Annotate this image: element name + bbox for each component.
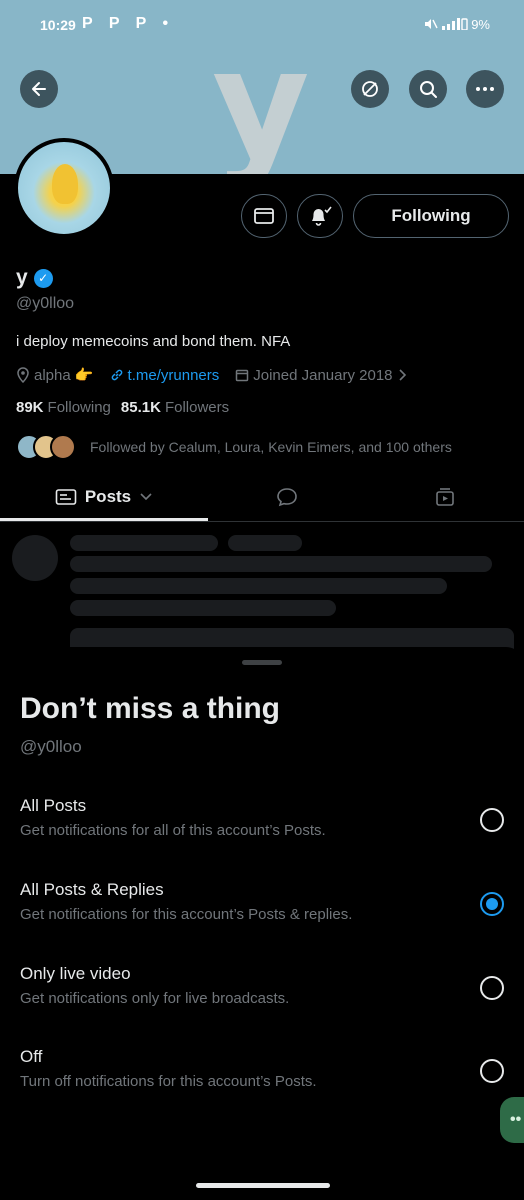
skeleton-line [228, 535, 302, 551]
search-icon [420, 81, 437, 98]
location-text: alpha 👉 [34, 367, 94, 384]
joined-item[interactable]: Joined January 2018 [235, 367, 406, 384]
following-count-link[interactable]: 89K Following [16, 399, 111, 416]
posts-icon [55, 489, 77, 505]
website-link[interactable]: t.me/yrunners [110, 366, 220, 384]
skeleton-line [70, 535, 218, 551]
eye-off-icon [362, 81, 378, 97]
back-button[interactable] [20, 70, 58, 108]
skeleton-line [70, 578, 447, 594]
more-icon [476, 87, 494, 91]
more-dots-icon: •• [510, 1111, 522, 1128]
profile-meta: alpha 👉 t.me/yrunners Joined January 201… [16, 366, 407, 384]
followers-count: 85.1K [120, 399, 161, 416]
chevron-down-icon [140, 493, 152, 501]
option-title: Off [20, 1047, 43, 1066]
location-icon [17, 367, 29, 383]
notifications-button[interactable] [297, 194, 343, 238]
radio-button[interactable] [480, 808, 504, 832]
option-description: Get notifications only for live broadcas… [20, 990, 290, 1007]
tab-active-indicator [0, 518, 208, 521]
tab-posts[interactable]: Posts [0, 472, 208, 522]
back-arrow-icon [32, 82, 46, 96]
option-title: All Posts [20, 796, 87, 815]
signal-icon [441, 18, 468, 31]
joined-text: Joined January 2018 [253, 366, 393, 384]
website-text: t.me/yrunners [127, 366, 220, 384]
chevron-right-icon [398, 369, 406, 381]
followed-by-text: Followed by Cealum, Loura, Kevin Eimers,… [90, 439, 452, 455]
reply-icon [277, 488, 297, 507]
followed-by-row[interactable]: Followed by Cealum, Loura, Kevin Eimers,… [16, 434, 452, 460]
sheet-grabber[interactable] [242, 660, 282, 665]
profile-name: y [16, 266, 28, 289]
radio-button[interactable] [480, 976, 504, 1000]
more-button[interactable] [466, 70, 504, 108]
sheet-title: Don’t miss a thing [20, 692, 281, 725]
option-title: All Posts & Replies [20, 880, 164, 899]
profile-name-row: y ✓ [16, 266, 53, 290]
skeleton-line [70, 556, 492, 572]
status-bar: 10:29 P P P • 9% [0, 0, 524, 52]
mail-icon [254, 208, 274, 224]
tab-media[interactable] [366, 472, 524, 522]
radio-button[interactable] [480, 1059, 504, 1083]
skeleton-line [70, 600, 336, 616]
option-description: Get notifications for all of this accoun… [20, 822, 326, 839]
option-all-posts[interactable]: All Posts Get notifications for all of t… [0, 796, 524, 866]
option-all-posts-replies[interactable]: All Posts & Replies Get notifications fo… [0, 880, 524, 950]
avatar[interactable] [14, 138, 114, 238]
profile-handle: @y0lloo [16, 295, 75, 312]
bell-check-icon [312, 206, 332, 226]
followers-count-link[interactable]: 85.1K Followers [121, 399, 229, 416]
home-indicator[interactable] [196, 1183, 330, 1188]
tab-posts-label: Posts [84, 487, 132, 506]
radio-button-selected[interactable] [480, 892, 504, 916]
location-item: alpha 👉 [16, 366, 94, 384]
battery-percent: 9% [471, 17, 490, 32]
tab-replies[interactable] [208, 472, 366, 522]
option-description: Get notifications for this account’s Pos… [20, 906, 353, 923]
follow-counts: 89K Following 85.1K Followers [16, 399, 229, 416]
skeleton-avatar [12, 535, 58, 581]
follower-avatar [50, 434, 76, 460]
following-count: 89K [16, 399, 44, 416]
option-only-live-video[interactable]: Only live video Get notifications only f… [0, 964, 524, 1034]
option-title: Only live video [20, 964, 131, 983]
following-button[interactable]: Following [353, 194, 509, 238]
search-button[interactable] [409, 70, 447, 108]
sheet-handle: @y0lloo [20, 737, 82, 756]
media-icon [436, 488, 454, 506]
status-indicators: 9% [424, 17, 490, 32]
following-label: Following [47, 399, 111, 416]
calendar-icon [236, 369, 249, 382]
chat-fab[interactable]: •• [500, 1097, 524, 1143]
notification-settings-sheet: Don’t miss a thing @y0lloo All Posts Get… [0, 647, 524, 1200]
status-time: 10:29 [40, 17, 76, 33]
status-app-icons: P P P • [82, 15, 175, 32]
profile-bio: i deploy memecoins and bond them. NFA [16, 333, 291, 350]
followers-label: Followers [164, 399, 230, 416]
avatar-figure [52, 164, 78, 204]
link-icon [111, 369, 122, 381]
profile-tabs: Posts [0, 472, 524, 522]
verified-badge-icon: ✓ [33, 268, 53, 288]
option-off[interactable]: Off Turn off notifications for this acco… [0, 1047, 524, 1117]
hide-posts-button[interactable] [351, 70, 389, 108]
mute-icon [424, 19, 438, 29]
option-description: Turn off notifications for this account’… [20, 1073, 317, 1090]
message-button[interactable] [241, 194, 287, 238]
